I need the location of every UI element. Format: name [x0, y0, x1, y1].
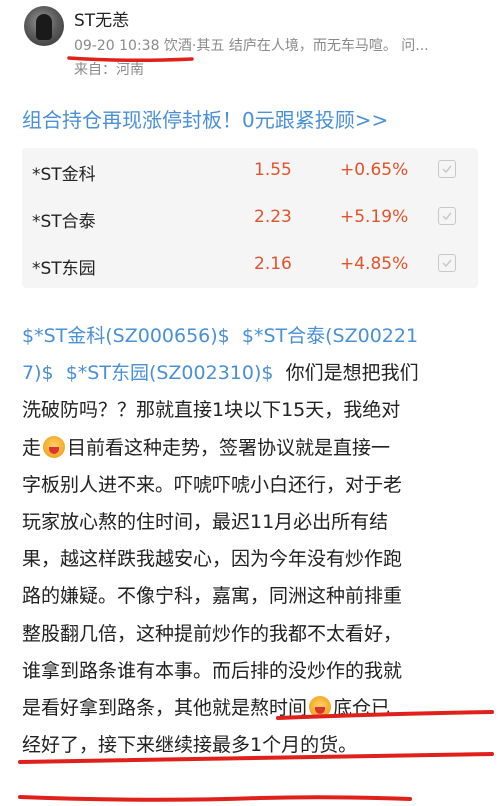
holding-change: +5.19% — [340, 207, 409, 227]
body-line: 谁拿到路条谁有本事。而后排的没炒作的我就 — [22, 659, 403, 682]
stock-tag-link[interactable]: 7)$ — [22, 362, 54, 384]
stock-tag-link[interactable]: $*ST东园(SZ002310)$ — [66, 362, 274, 384]
red-underline-annotation — [18, 795, 412, 802]
body-line: $*ST金科(SZ000656)$ $*ST合泰(SZ00221 — [22, 318, 488, 355]
grinning-emoji-icon — [309, 696, 332, 719]
holding-change: +0.65% — [340, 160, 409, 180]
avatar[interactable] — [24, 6, 64, 46]
holding-row[interactable]: *ST东园 2.16 +4.85% — [22, 242, 478, 288]
body-line: 经好了，接下来继续接最多1个月的货。 — [22, 734, 358, 757]
holding-price: 2.23 — [254, 207, 292, 227]
red-underline-annotation — [67, 56, 194, 63]
body-line: 是看好拿到路条，其他就是熬时间 底仓已 — [22, 690, 488, 727]
body-line: 玩家放心熬的住时间，最迟11月必出所有结 — [22, 511, 389, 534]
body-line: 字板别人进不来。吓唬吓唬小白还行，对于老 — [22, 473, 403, 496]
body-line: 整股翻几倍，这种提前炒作的我都不太看好， — [22, 622, 403, 645]
body-text: 你们是想把我们 — [285, 362, 419, 385]
username[interactable]: ST无恙 — [74, 6, 129, 31]
body-line: 果，越这样跌我越安心，因为今年没有炒作跑 — [22, 548, 403, 571]
stock-tag-link[interactable]: $*ST合泰(SZ00221 — [242, 325, 418, 347]
body-text: 目前看这种走势，签署协议就是直接一 — [67, 436, 391, 459]
post-header: ST无恙 09-20 10:38 饮酒·其五 结庐在人境，而无车马喧。 问...… — [0, 0, 500, 90]
holding-price: 2.16 — [254, 254, 292, 274]
body-text: 底仓已 — [333, 697, 391, 720]
holding-name: *ST合泰 — [32, 212, 96, 232]
body-text: 是看好拿到路条，其他就是熬时间 — [22, 697, 308, 720]
post-body: $*ST金科(SZ000656)$ $*ST合泰(SZ00221 7)$ $*S… — [22, 318, 488, 764]
holding-name: *ST金科 — [32, 165, 96, 185]
checkmark-icon[interactable] — [438, 160, 456, 178]
holding-change: +4.85% — [340, 254, 409, 274]
body-line: 路的嫌疑。不像宁科，嘉寓，同洲这种前排重 — [22, 585, 403, 608]
stock-tag-link[interactable]: $*ST金科(SZ000656)$ — [22, 325, 230, 347]
holdings-card: *ST金科 1.55 +0.65% *ST合泰 2.23 +5.19% *ST东… — [22, 148, 478, 288]
body-line: 洗破防吗？？那就直接1块以下15天，我绝对 — [22, 399, 401, 422]
checkmark-icon[interactable] — [438, 207, 456, 225]
promo-headline-link[interactable]: 组合持仓再现涨停封板！0元跟紧投顾>> — [22, 104, 388, 133]
body-line: 走 目前看这种走势，签署协议就是直接一 — [22, 430, 488, 467]
holding-row[interactable]: *ST金科 1.55 +0.65% — [22, 148, 478, 194]
holding-price: 1.55 — [254, 160, 292, 180]
holding-name: *ST东园 — [32, 259, 96, 279]
body-text: 走 — [22, 436, 42, 459]
grinning-emoji-icon — [43, 435, 66, 458]
holding-row[interactable]: *ST合泰 2.23 +5.19% — [22, 195, 478, 241]
checkmark-icon[interactable] — [438, 254, 456, 272]
body-line: 7)$ $*ST东园(SZ002310)$ 你们是想把我们 — [22, 355, 488, 392]
